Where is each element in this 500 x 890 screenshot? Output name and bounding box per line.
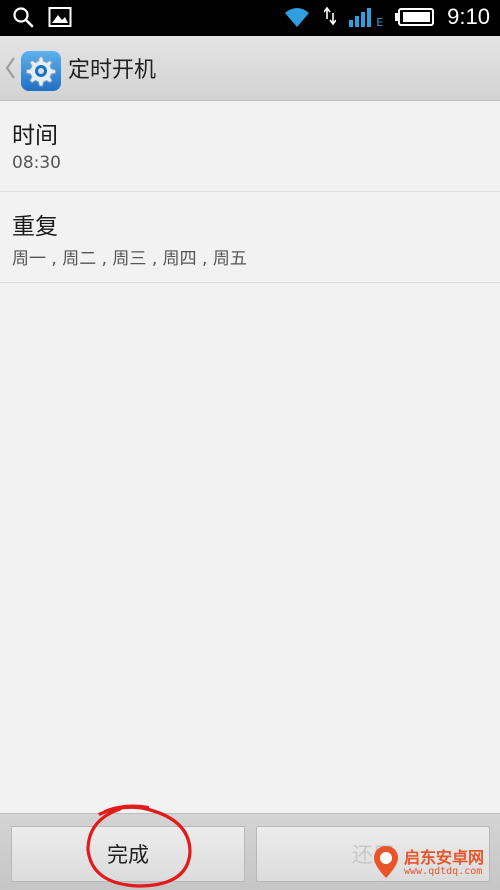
list-item-repeat[interactable]: 重复 周一 , 周二 , 周三 , 周四 , 周五 — [0, 192, 500, 283]
back-button[interactable] — [2, 44, 68, 92]
watermark: 启东安卓网 www.qdtdq.com — [360, 838, 500, 889]
action-bar: 定时开机 — [0, 36, 500, 101]
list-item-value: 08:30 — [12, 153, 61, 173]
page-title: 定时开机 — [68, 58, 157, 83]
wifi-icon — [282, 5, 312, 29]
location-pin-logo-icon — [374, 846, 398, 878]
list-item-label: 时间 — [12, 123, 58, 149]
clock: 9:10 — [447, 4, 490, 29]
gear-icon — [20, 50, 62, 96]
network-type-label: E — [376, 15, 384, 29]
list-item-value: 周一 , 周二 , 周三 , 周四 , 周五 — [12, 249, 247, 269]
data-arrows-icon — [324, 7, 337, 27]
gallery-icon — [48, 6, 72, 28]
signal-icon — [348, 6, 374, 28]
list-item-label: 重复 — [12, 214, 58, 240]
status-bar: E 9:10 — [0, 0, 500, 36]
watermark-name: 启东安卓网 — [404, 848, 485, 867]
chevron-left-icon — [4, 56, 16, 84]
highlight-circle-annotation — [86, 804, 192, 888]
battery-icon — [395, 6, 435, 28]
watermark-url: www.qdtdq.com — [404, 866, 483, 877]
settings-list: 时间 08:30 重复 周一 , 周二 , 周三 , 周四 , 周五 — [0, 101, 500, 283]
list-item-time[interactable]: 时间 08:30 — [0, 101, 500, 192]
search-icon — [12, 6, 34, 28]
